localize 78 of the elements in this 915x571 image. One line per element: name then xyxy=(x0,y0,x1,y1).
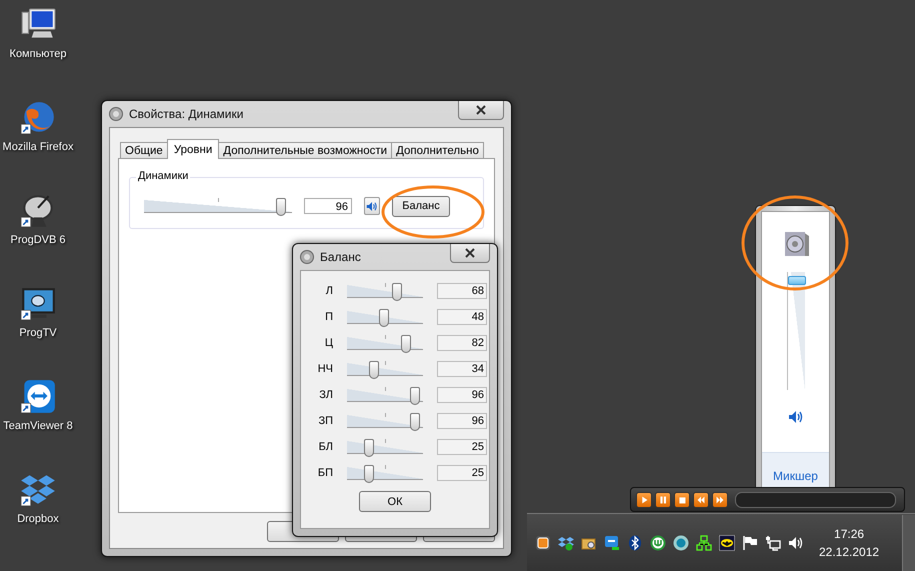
desktop-icon-label[interactable]: ProgDVB 6 xyxy=(1,233,75,247)
window-title: Свойства: Динамики xyxy=(129,107,244,121)
clock[interactable]: 17:26 22.12.2012 xyxy=(819,524,880,560)
channel-value-field[interactable]: 25 xyxy=(437,465,487,481)
group-label: Динамики xyxy=(136,170,190,182)
clock-time: 17:26 xyxy=(834,526,864,542)
channel-value-field[interactable]: 48 xyxy=(437,309,487,325)
channel-slider-thumb[interactable] xyxy=(410,387,420,405)
volume-field[interactable]: 96 xyxy=(304,198,352,214)
fast-forward-icon xyxy=(714,494,726,506)
channel-slider-thumb[interactable] xyxy=(364,439,374,457)
slider-track[interactable] xyxy=(347,411,423,431)
speaker-icon xyxy=(109,107,123,121)
rewind-icon xyxy=(695,494,707,506)
tab[interactable]: Дополнительно xyxy=(391,142,484,158)
globe-icon[interactable] xyxy=(19,99,57,137)
desktop-icon-label[interactable]: Компьютер xyxy=(1,47,75,61)
torrent-icon[interactable] xyxy=(650,534,666,550)
close-icon xyxy=(465,248,475,258)
volume-slider-thumb[interactable] xyxy=(276,198,286,216)
channel-slider-thumb[interactable] xyxy=(392,283,402,301)
desktop-icon-label[interactable]: ProgTV xyxy=(1,326,75,340)
close-icon xyxy=(476,105,486,115)
flag-icon[interactable] xyxy=(742,534,758,550)
slider-track[interactable] xyxy=(786,272,804,390)
bat-icon[interactable] xyxy=(718,534,734,550)
rewind-button[interactable] xyxy=(693,492,709,508)
bluetooth-icon[interactable] xyxy=(626,534,642,550)
channel-value-field[interactable]: 68 xyxy=(437,283,487,299)
channel-value-field[interactable]: 34 xyxy=(437,361,487,377)
channel-label: П xyxy=(324,311,333,323)
channel-label: БП xyxy=(316,467,333,479)
fast-forward-button[interactable] xyxy=(712,492,728,508)
monitor-icon[interactable] xyxy=(604,534,620,550)
volume-icon[interactable] xyxy=(788,534,804,550)
close-button[interactable] xyxy=(450,244,490,263)
tab[interactable]: Уровни xyxy=(166,139,220,159)
channel-value-field[interactable]: 96 xyxy=(437,413,487,429)
speaker-icon[interactable] xyxy=(788,410,804,424)
channel-slider-thumb[interactable] xyxy=(364,465,374,483)
ok-button[interactable]: ОК xyxy=(359,491,431,512)
speaker-icon xyxy=(366,200,378,212)
window-title: Баланс xyxy=(320,250,362,264)
tv-icon[interactable] xyxy=(19,285,57,323)
desktop-icon-label[interactable]: TeamViewer 8 xyxy=(1,419,75,433)
pause-button[interactable] xyxy=(655,492,671,508)
tab[interactable]: Общие xyxy=(120,142,168,158)
channel-value-field[interactable]: 96 xyxy=(437,387,487,403)
square-icon[interactable] xyxy=(534,534,550,550)
channel-label: ЗЛ xyxy=(318,389,333,401)
arrows-icon[interactable] xyxy=(19,378,57,416)
box-icon[interactable] xyxy=(558,534,574,550)
channel-slider-thumb[interactable] xyxy=(378,309,389,327)
stop-button[interactable] xyxy=(674,492,690,508)
channel-slider-thumb[interactable] xyxy=(401,335,412,353)
network-nodes-icon[interactable] xyxy=(696,534,712,550)
speaker-icon xyxy=(300,250,314,264)
channel-value-field[interactable]: 25 xyxy=(437,439,487,455)
balance-button[interactable]: Баланс xyxy=(392,196,450,216)
channel-slider-thumb[interactable] xyxy=(369,361,380,379)
clock-date: 22.12.2012 xyxy=(819,544,880,560)
play-button[interactable] xyxy=(636,492,652,508)
channel-label: ЗП xyxy=(317,415,333,427)
channel-label: НЧ xyxy=(316,363,333,375)
mute-button[interactable] xyxy=(364,197,380,215)
network-icon[interactable] xyxy=(764,534,780,550)
channel-value-field[interactable]: 82 xyxy=(437,335,487,351)
desktop-icon-label[interactable]: Mozilla Firefox xyxy=(1,140,75,154)
close-button[interactable] xyxy=(458,101,504,120)
channel-label: Ц xyxy=(324,337,333,349)
slider-track[interactable] xyxy=(347,385,423,405)
volume-slider-thumb[interactable] xyxy=(788,276,806,286)
channel-label: БЛ xyxy=(318,441,333,453)
channel-label: Л xyxy=(324,285,333,297)
desktop-icon-label[interactable]: Dropbox xyxy=(1,512,75,526)
channel-slider-thumb[interactable] xyxy=(410,413,420,431)
tab[interactable]: Дополнительные возможности xyxy=(218,142,392,158)
circle-icon[interactable] xyxy=(672,534,688,550)
